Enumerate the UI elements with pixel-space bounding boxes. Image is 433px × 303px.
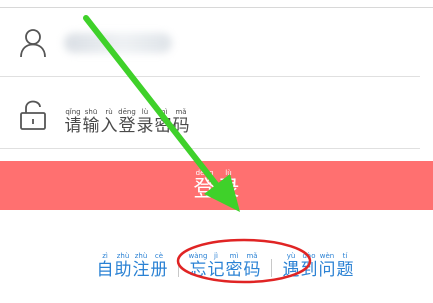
link-char: cè 册 [150,252,168,280]
link-char: mǎ 码 [243,252,261,280]
pinyin-label: tí [342,252,348,260]
hanzi-label: 忘 [189,260,207,280]
link-separator [271,259,272,277]
pinyin-label: zì [102,252,108,260]
login-screen: qǐng 请 shū 输 rù 入 dēng 登 lù 录 mì 密 mǎ 码 dēng 登 lù 录 zì 自 z… [0,0,433,303]
field-divider [0,76,420,77]
pinyin-label: lù [225,168,232,177]
problems-link[interactable]: yù 遇 dào 到 wèn 问 tí 题 [282,252,354,280]
link-char: jì 记 [207,252,225,280]
placeholder-char: qǐng 请 [64,108,82,136]
hanzi-label: 入 [100,116,118,136]
hanzi-label: 到 [300,260,318,280]
hanzi-label: 问 [318,260,336,280]
username-row[interactable] [0,10,433,76]
pinyin-label: yù [286,252,296,260]
lock-icon [20,100,46,130]
placeholder-char: mǎ 码 [172,108,190,136]
password-input[interactable]: qǐng 请 shū 输 rù 入 dēng 登 lù 录 mì 密 mǎ 码 [64,96,190,136]
hanzi-label: 码 [243,260,261,280]
username-field[interactable] [64,33,172,53]
placeholder-char: mì 密 [154,108,172,136]
self-register-link[interactable]: zì 自 zhù 助 zhù 注 cè 册 [96,252,168,280]
placeholder-char: dēng 登 [118,108,136,136]
pinyin-label: zhù [116,252,130,260]
login-label-char: lù 录 [217,169,241,203]
hanzi-label: 密 [225,260,243,280]
hanzi-label: 册 [150,260,168,280]
pinyin-label: rù [105,108,113,116]
pinyin-label: zhù [134,252,148,260]
placeholder-char: rù 入 [100,108,118,136]
hanzi-label: 请 [64,116,82,136]
link-char: mì 密 [225,252,243,280]
link-char: yù 遇 [282,252,300,280]
link-char: tí 题 [336,252,354,280]
link-char: wàng 忘 [188,252,208,280]
hanzi-label: 密 [154,116,172,136]
hanzi-label: 登 [118,116,136,136]
pinyin-label: dēng [195,168,214,177]
link-char: dào 到 [300,252,318,280]
pinyin-label: cè [154,252,164,260]
pinyin-label: dēng [118,108,136,116]
login-button[interactable]: dēng 登 lù 录 [0,161,433,210]
hanzi-label: 录 [136,116,154,136]
link-char: wèn 问 [318,252,336,280]
top-divider [0,0,433,8]
pinyin-label: wàng [188,252,208,260]
hanzi-label: 助 [114,260,132,280]
pinyin-label: jì [214,252,218,260]
link-char: zì 自 [96,252,114,280]
hanzi-label: 码 [172,116,190,136]
bottom-links: zì 自 zhù 助 zhù 注 cè 册 wàng 忘 jì 记 mì 密 mǎ 码 yù 遇 dào 到 wèn… [96,240,354,280]
hanzi-label: 登 [193,176,216,202]
field-divider [0,148,420,149]
pinyin-label: mì [229,252,239,260]
hanzi-label: 遇 [282,260,300,280]
forgot-password-link[interactable]: wàng 忘 jì 记 mì 密 mǎ 码 [189,252,261,280]
hanzi-label: 录 [217,176,240,202]
link-char: zhù 助 [114,252,132,280]
pinyin-label: mǎ [175,108,187,116]
placeholder-char: shū 输 [82,108,100,136]
pinyin-label: wèn [319,252,335,260]
pinyin-label: shū [84,108,98,116]
hanzi-label: 自 [96,260,114,280]
link-char: zhù 注 [132,252,150,280]
login-label-char: dēng 登 [193,169,217,203]
hanzi-label: 注 [132,260,150,280]
pinyin-label: dào [302,252,316,260]
link-separator [178,259,179,277]
hanzi-label: 输 [82,116,100,136]
pinyin-label: lù [141,108,149,116]
pinyin-label: qǐng [65,108,81,116]
pinyin-label: mì [158,108,168,116]
hanzi-label: 题 [336,260,354,280]
placeholder-char: lù 录 [136,108,154,136]
password-row[interactable]: qǐng 请 shū 输 rù 入 dēng 登 lù 录 mì 密 mǎ 码 [0,82,433,148]
user-icon [20,29,46,58]
pinyin-label: mǎ [246,252,258,260]
hanzi-label: 记 [207,260,225,280]
